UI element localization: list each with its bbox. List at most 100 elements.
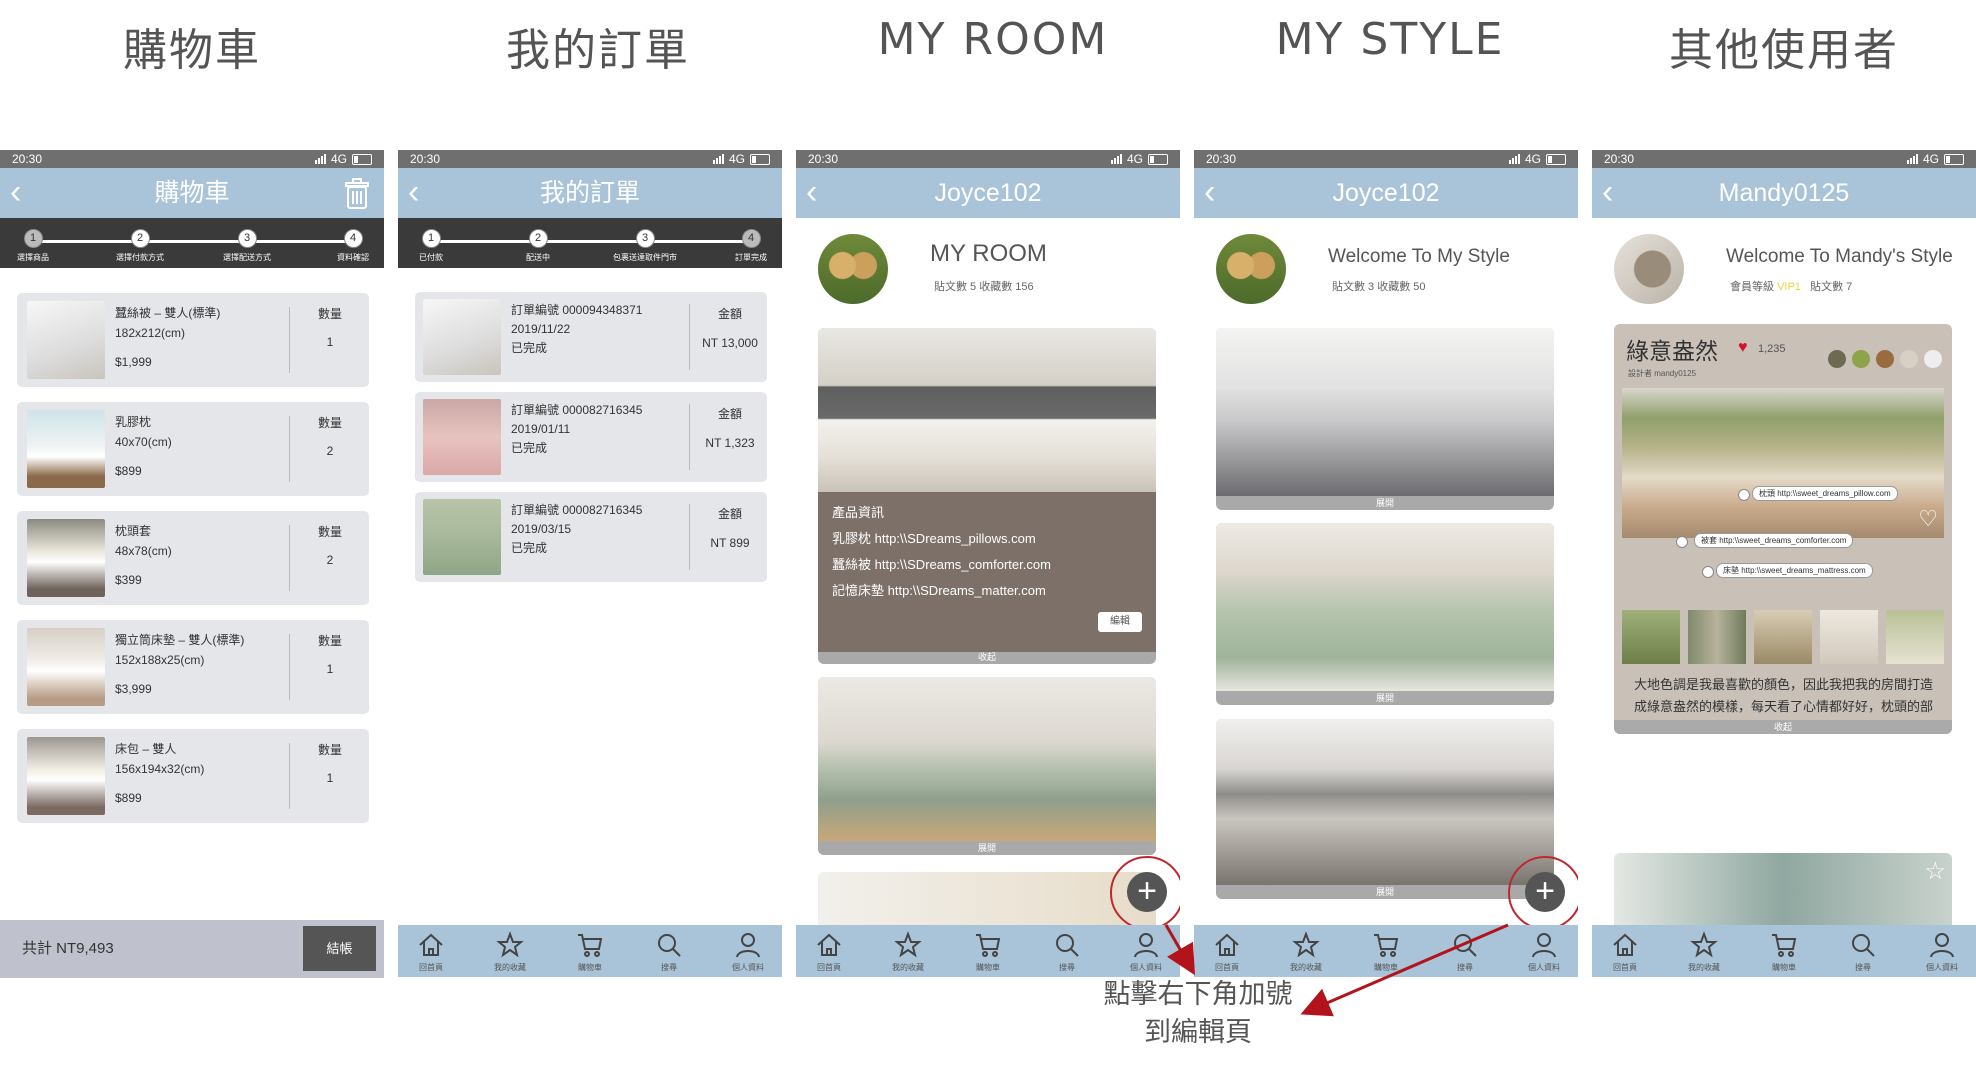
bottom-tab-bar: 回首頁 我的收藏 購物車 搜尋 個人資料: [1592, 925, 1976, 977]
thumbnail[interactable]: [1754, 610, 1812, 664]
product-tag[interactable]: 床墊 http:\\sweet_dreams_mattress.com: [1716, 563, 1873, 578]
page-title: Mandy0125: [1718, 179, 1850, 207]
tab-cart[interactable]: 購物車: [1754, 931, 1814, 973]
product-price: $899: [115, 791, 142, 805]
order-item[interactable]: 訂單編號 000082716345 2019/03/15 已完成 金額 NT 899: [415, 492, 767, 582]
step-label: 選擇配送方式: [223, 253, 271, 262]
tab-home[interactable]: 回首頁: [799, 931, 859, 973]
tab-profile[interactable]: 個人資料: [1116, 931, 1176, 973]
avatar[interactable]: [1216, 234, 1286, 304]
expand-button[interactable]: 展開: [1216, 691, 1554, 705]
order-number: 訂單編號 000082716345: [511, 403, 643, 417]
quantity-value[interactable]: 1: [295, 335, 365, 349]
tab-cart[interactable]: 購物車: [560, 931, 620, 973]
post-image: [1216, 328, 1554, 496]
order-item[interactable]: 訂單編號 000082716345 2019/01/11 已完成 金額 NT 1,3…: [415, 392, 767, 482]
highlight-ring: [1110, 856, 1180, 930]
title-orders: 我的訂單: [506, 25, 690, 76]
tab-profile[interactable]: 個人資料: [1514, 931, 1574, 973]
bottom-tab-bar: 回首頁 我的收藏 購物車 搜尋 個人資料: [398, 925, 782, 977]
thumbnail[interactable]: [1622, 610, 1680, 664]
tab-search[interactable]: 搜尋: [1833, 931, 1893, 973]
color-swatch: [1876, 350, 1894, 368]
cart-item[interactable]: 蠶絲被 – 雙人(標準) 182x212(cm) $1,999 數量 1: [17, 293, 369, 387]
quantity-label: 數量: [317, 634, 342, 648]
tab-home[interactable]: 回首頁: [1197, 931, 1257, 973]
tab-profile[interactable]: 個人資料: [1912, 931, 1972, 973]
step-dot: 3: [237, 229, 257, 248]
order-item[interactable]: 訂單編號 000094348371 2019/11/22 已完成 金額 NT 13,…: [415, 292, 767, 382]
avatar[interactable]: [818, 234, 888, 304]
collapse-button[interactable]: 收起: [1614, 720, 1952, 734]
checkout-button[interactable]: 結帳: [303, 926, 376, 971]
color-swatch: [1852, 350, 1870, 368]
style-post-expanded[interactable]: 綠意盎然 ♥ 1,235 設計者 mandy0125 枕頭 http:\\swe…: [1614, 324, 1952, 734]
other-user-screen: 20:30 4G ‹ Mandy0125 Welcome To Mandy's …: [1592, 150, 1976, 978]
product-tag[interactable]: 枕頭 http:\\sweet_dreams_pillow.com: [1752, 486, 1898, 501]
order-amount: NT 13,000: [702, 336, 758, 350]
tab-favorites[interactable]: 我的收藏: [480, 931, 540, 973]
product-size: 156x194x32(cm): [115, 762, 205, 776]
battery-icon: [352, 153, 372, 165]
tab-cart[interactable]: 購物車: [958, 931, 1018, 973]
product-link[interactable]: 乳膠枕 http:\\SDreams_pillows.com: [832, 528, 1036, 547]
annotation-note: 點擊右下角加號到編輯頁: [1098, 976, 1298, 1052]
star-icon[interactable]: ☆: [1924, 857, 1946, 886]
battery-icon: [1148, 153, 1168, 165]
network-label: 4G: [1922, 152, 1939, 166]
post-card-partial: [818, 872, 1156, 932]
step-dot: 4: [741, 229, 761, 248]
post-card[interactable]: 產品資訊 乳膠枕 http:\\SDreams_pillows.com 蠶絲被 …: [818, 328, 1156, 664]
tab-search[interactable]: 搜尋: [639, 931, 699, 973]
tab-home[interactable]: 回首頁: [1595, 931, 1655, 973]
tab-profile[interactable]: 個人資料: [718, 931, 778, 973]
expand-button[interactable]: 展開: [1216, 496, 1554, 510]
cart-item[interactable]: 床包 – 雙人 156x194x32(cm) $899 數量 1: [17, 729, 369, 823]
tab-favorites[interactable]: 我的收藏: [1674, 931, 1734, 973]
order-amount: NT 1,323: [705, 436, 755, 450]
order-date: 2019/01/11: [511, 422, 571, 436]
tab-favorites[interactable]: 我的收藏: [1276, 931, 1336, 973]
tab-cart[interactable]: 購物車: [1356, 931, 1416, 973]
home-icon: [817, 933, 841, 956]
heart-icon[interactable]: ♥: [1738, 339, 1748, 357]
product-link[interactable]: 蠶絲被 http:\\SDreams_comforter.com: [832, 554, 1051, 573]
style-post[interactable]: 展開: [1216, 328, 1554, 510]
thumbnail[interactable]: [1820, 610, 1878, 664]
amount-label: 金額: [717, 507, 742, 521]
tab-search[interactable]: 搜尋: [1435, 931, 1495, 973]
tab-home[interactable]: 回首頁: [401, 931, 461, 973]
product-size: 152x188x25(cm): [115, 653, 205, 667]
quantity-value[interactable]: 1: [295, 662, 365, 676]
tab-search[interactable]: 搜尋: [1037, 931, 1097, 973]
avatar[interactable]: [1614, 234, 1684, 304]
thumbnail[interactable]: [1688, 610, 1746, 664]
cart-item[interactable]: 獨立筒床墊 – 雙人(標準) 152x188x25(cm) $3,999 數量 1: [17, 620, 369, 714]
user-icon: [1930, 933, 1954, 958]
profile-section: MY ROOM 貼文數 5 收藏數 156: [796, 218, 1180, 318]
title-my-room: MY ROOM: [877, 14, 1109, 65]
page-title: Joyce102: [1332, 179, 1440, 207]
thumbnail[interactable]: [1886, 610, 1944, 664]
collapse-button[interactable]: 收起: [818, 650, 1156, 664]
post-card[interactable]: 展開: [818, 677, 1156, 855]
tab-favorites[interactable]: 我的收藏: [878, 931, 938, 973]
cart-item[interactable]: 乳膠枕 40x70(cm) $899 數量 2: [17, 402, 369, 496]
edit-button[interactable]: 編輯: [1098, 612, 1142, 632]
cart-item[interactable]: 枕頭套 48x78(cm) $399 數量 2: [17, 511, 369, 605]
status-bar: 20:30 4G: [1592, 150, 1976, 168]
title-my-style: MY STYLE: [1275, 14, 1505, 65]
product-tag[interactable]: 被套 http:\\sweet_dreams_comforter.com: [1694, 533, 1854, 548]
heart-outline-icon[interactable]: ♡: [1918, 506, 1938, 532]
style-post[interactable]: 展開: [1216, 523, 1554, 705]
thumbnail-strip: [1622, 610, 1944, 664]
quantity-value[interactable]: 2: [295, 553, 365, 567]
expand-button[interactable]: 展開: [1216, 885, 1554, 899]
step-dot: 1: [23, 229, 43, 248]
product-link[interactable]: 記憶床墊 http:\\SDreams_matter.com: [832, 580, 1046, 599]
quantity-value[interactable]: 2: [295, 444, 365, 458]
trash-icon[interactable]: [344, 178, 370, 210]
expand-button[interactable]: 展開: [818, 841, 1156, 855]
style-post[interactable]: 展開: [1216, 719, 1554, 899]
quantity-value[interactable]: 1: [295, 771, 365, 785]
